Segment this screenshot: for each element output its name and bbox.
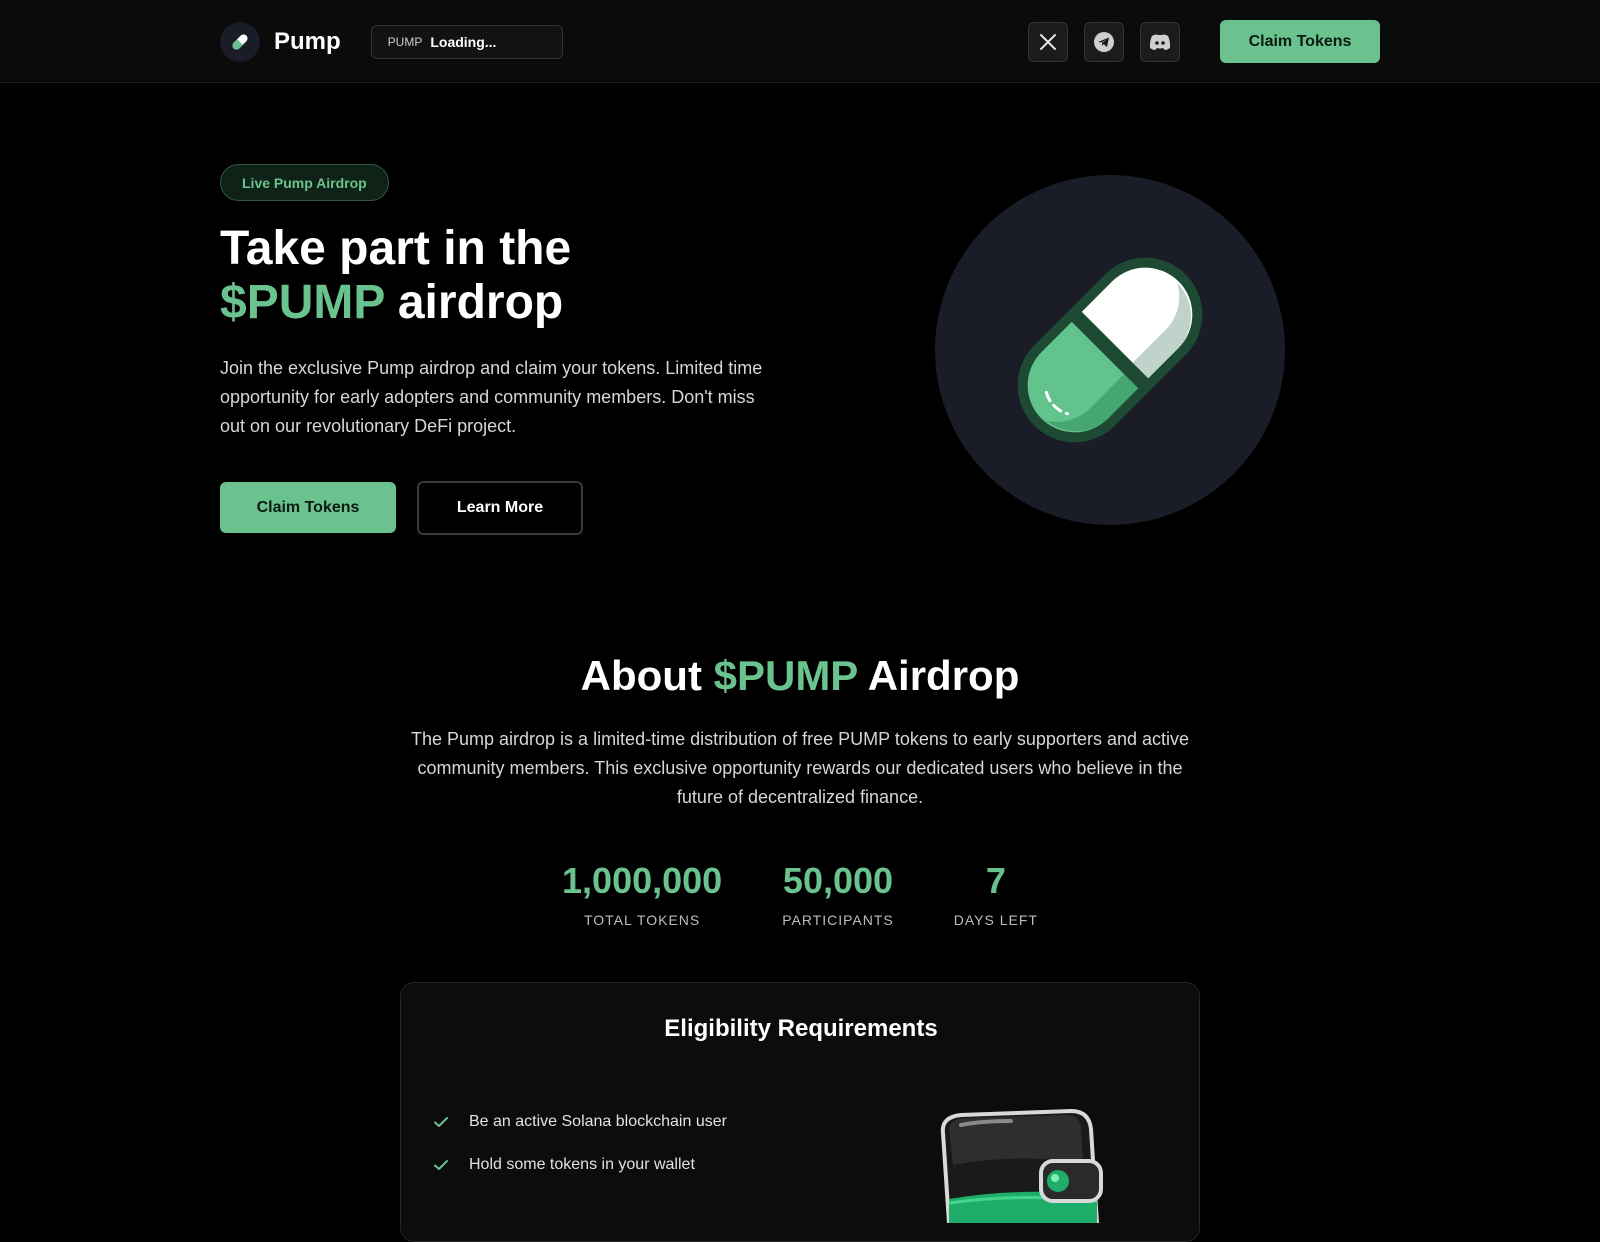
list-item: Be an active Solana blockchain user [433, 1111, 727, 1133]
stat-label: DAYS LEFT [953, 912, 1038, 928]
list-item: Hold some tokens in your wallet [433, 1154, 727, 1176]
brand-name: Pump [274, 27, 341, 55]
telegram-social-button[interactable] [1084, 21, 1124, 62]
nav-actions: Claim Tokens [1028, 20, 1380, 63]
top-navbar: Pump PUMP Loading... Claim Tokens [0, 0, 1600, 83]
wallet-icon [940, 1108, 1103, 1223]
requirements-list: Be an active Solana blockchain user Hold… [433, 1111, 727, 1197]
stat-label: TOTAL TOKENS [583, 912, 701, 928]
nav-claim-tokens-button[interactable]: Claim Tokens [1220, 20, 1380, 63]
price-symbol: PUMP [387, 34, 423, 49]
requirement-text: Hold some tokens in your wallet [469, 1156, 695, 1173]
stat-value: 7 [985, 860, 1006, 901]
stat-total-tokens: 1,000,000 TOTAL TOKENS [562, 860, 722, 928]
live-airdrop-badge: Live Pump Airdrop [220, 164, 389, 201]
about-description: The Pump airdrop is a limited-time distr… [410, 729, 1190, 807]
stat-days-left: 7 DAYS LEFT [954, 860, 1038, 928]
telegram-icon [1094, 31, 1114, 52]
hero-title: Take part in the $PUMP airdrop [220, 222, 840, 330]
airdrop-stats: 1,000,000 TOTAL TOKENS 50,000 PARTICIPAN… [0, 860, 1600, 928]
about-title-suffix: Airdrop [867, 652, 1020, 699]
requirement-text: Be an active Solana blockchain user [469, 1113, 727, 1130]
about-title-accent: $PUMP [713, 652, 858, 699]
pill-icon [1017, 257, 1203, 443]
stat-participants: 50,000 PARTICIPANTS [782, 860, 894, 928]
discord-social-button[interactable] [1140, 21, 1180, 62]
x-social-button[interactable] [1028, 21, 1068, 62]
hero-title-accent: $PUMP [220, 276, 385, 329]
check-icon [434, 1117, 448, 1127]
eligibility-card: Eligibility Requirements Be an active So… [400, 982, 1200, 1242]
stat-label: PARTICIPANTS [782, 912, 894, 928]
navbar-inner: Pump PUMP Loading... Claim Tokens [220, 0, 1380, 83]
about-title-prefix: About [580, 652, 702, 699]
stat-value: 1,000,000 [562, 860, 723, 901]
hero-pill-illustration [935, 175, 1285, 525]
pill-logo-icon [220, 21, 260, 62]
x-icon [1040, 33, 1056, 50]
price-ticker: PUMP Loading... [370, 24, 563, 59]
hero-title-line1: Take part in the [220, 222, 572, 275]
hero-actions: Claim Tokens Learn More [220, 481, 583, 535]
discord-icon [1149, 33, 1171, 50]
hero-title-line2: airdrop [397, 276, 564, 329]
about-title: About $PUMP Airdrop [0, 652, 1600, 700]
hero-claim-tokens-button[interactable]: Claim Tokens [220, 482, 396, 533]
learn-more-button[interactable]: Learn More [417, 481, 583, 535]
check-icon [434, 1160, 448, 1170]
stat-value: 50,000 [782, 860, 894, 901]
brand-logo[interactable]: Pump [220, 21, 341, 62]
eligibility-title: Eligibility Requirements [664, 1015, 938, 1042]
price-value: Loading... [430, 33, 497, 50]
hero-description: Join the exclusive Pump airdrop and clai… [220, 358, 763, 436]
